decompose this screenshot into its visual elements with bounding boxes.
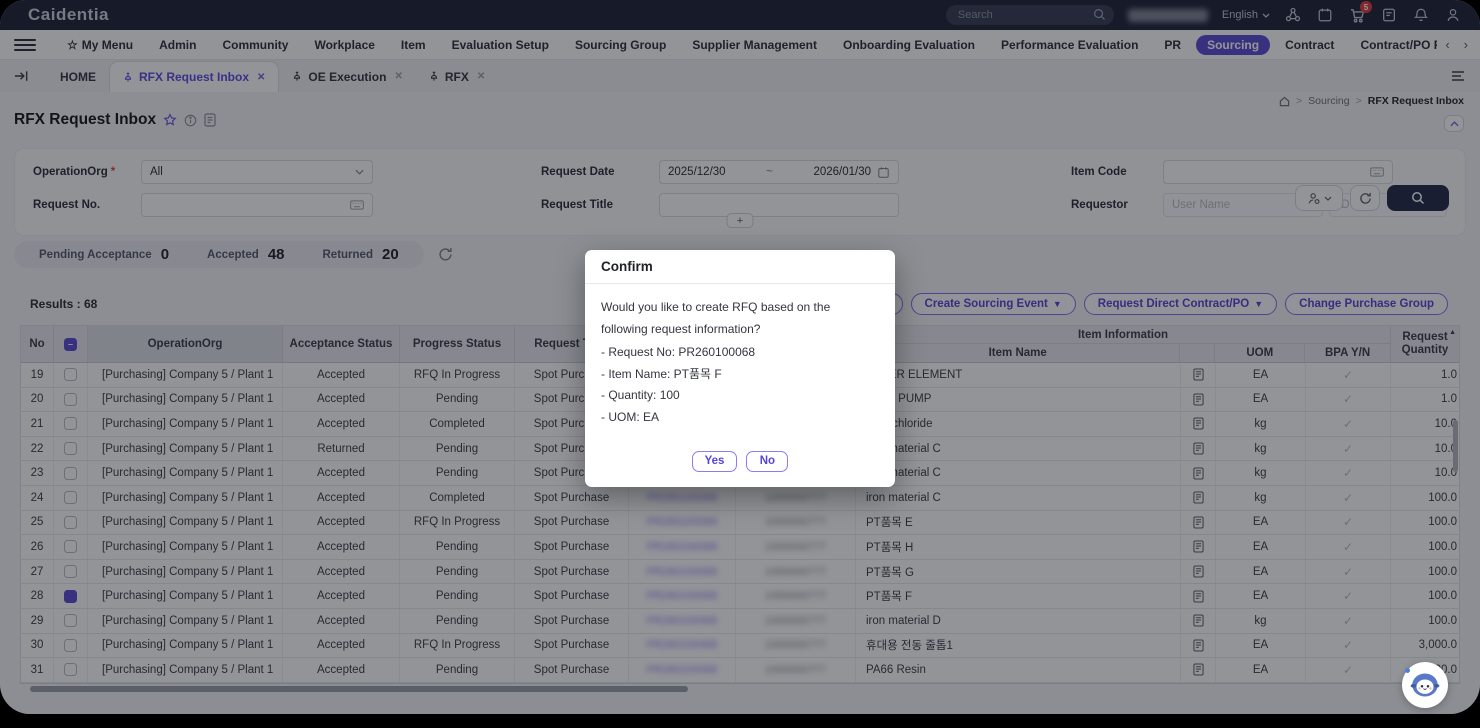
yes-button[interactable]: Yes	[692, 451, 738, 472]
dialog-title: Confirm	[585, 250, 895, 284]
chatbot-status-dot	[1405, 668, 1410, 673]
confirm-dialog: Confirm Would you like to create RFQ bas…	[585, 250, 895, 487]
dialog-detail-line: - Quantity: 100	[601, 385, 879, 407]
app-window: Caidentia English 5	[0, 0, 1480, 714]
no-button[interactable]: No	[746, 451, 788, 472]
dialog-detail-line: - UOM: EA	[601, 407, 879, 429]
dialog-detail-line: - Item Name: PT품목 F	[601, 364, 879, 386]
chatbot-icon	[1408, 668, 1442, 702]
dialog-details: - Request No: PR260100068- Item Name: PT…	[601, 342, 879, 428]
chatbot-button[interactable]	[1402, 662, 1448, 708]
dialog-detail-line: - Request No: PR260100068	[601, 342, 879, 364]
dialog-message: Would you like to create RFQ based on th…	[601, 297, 879, 340]
